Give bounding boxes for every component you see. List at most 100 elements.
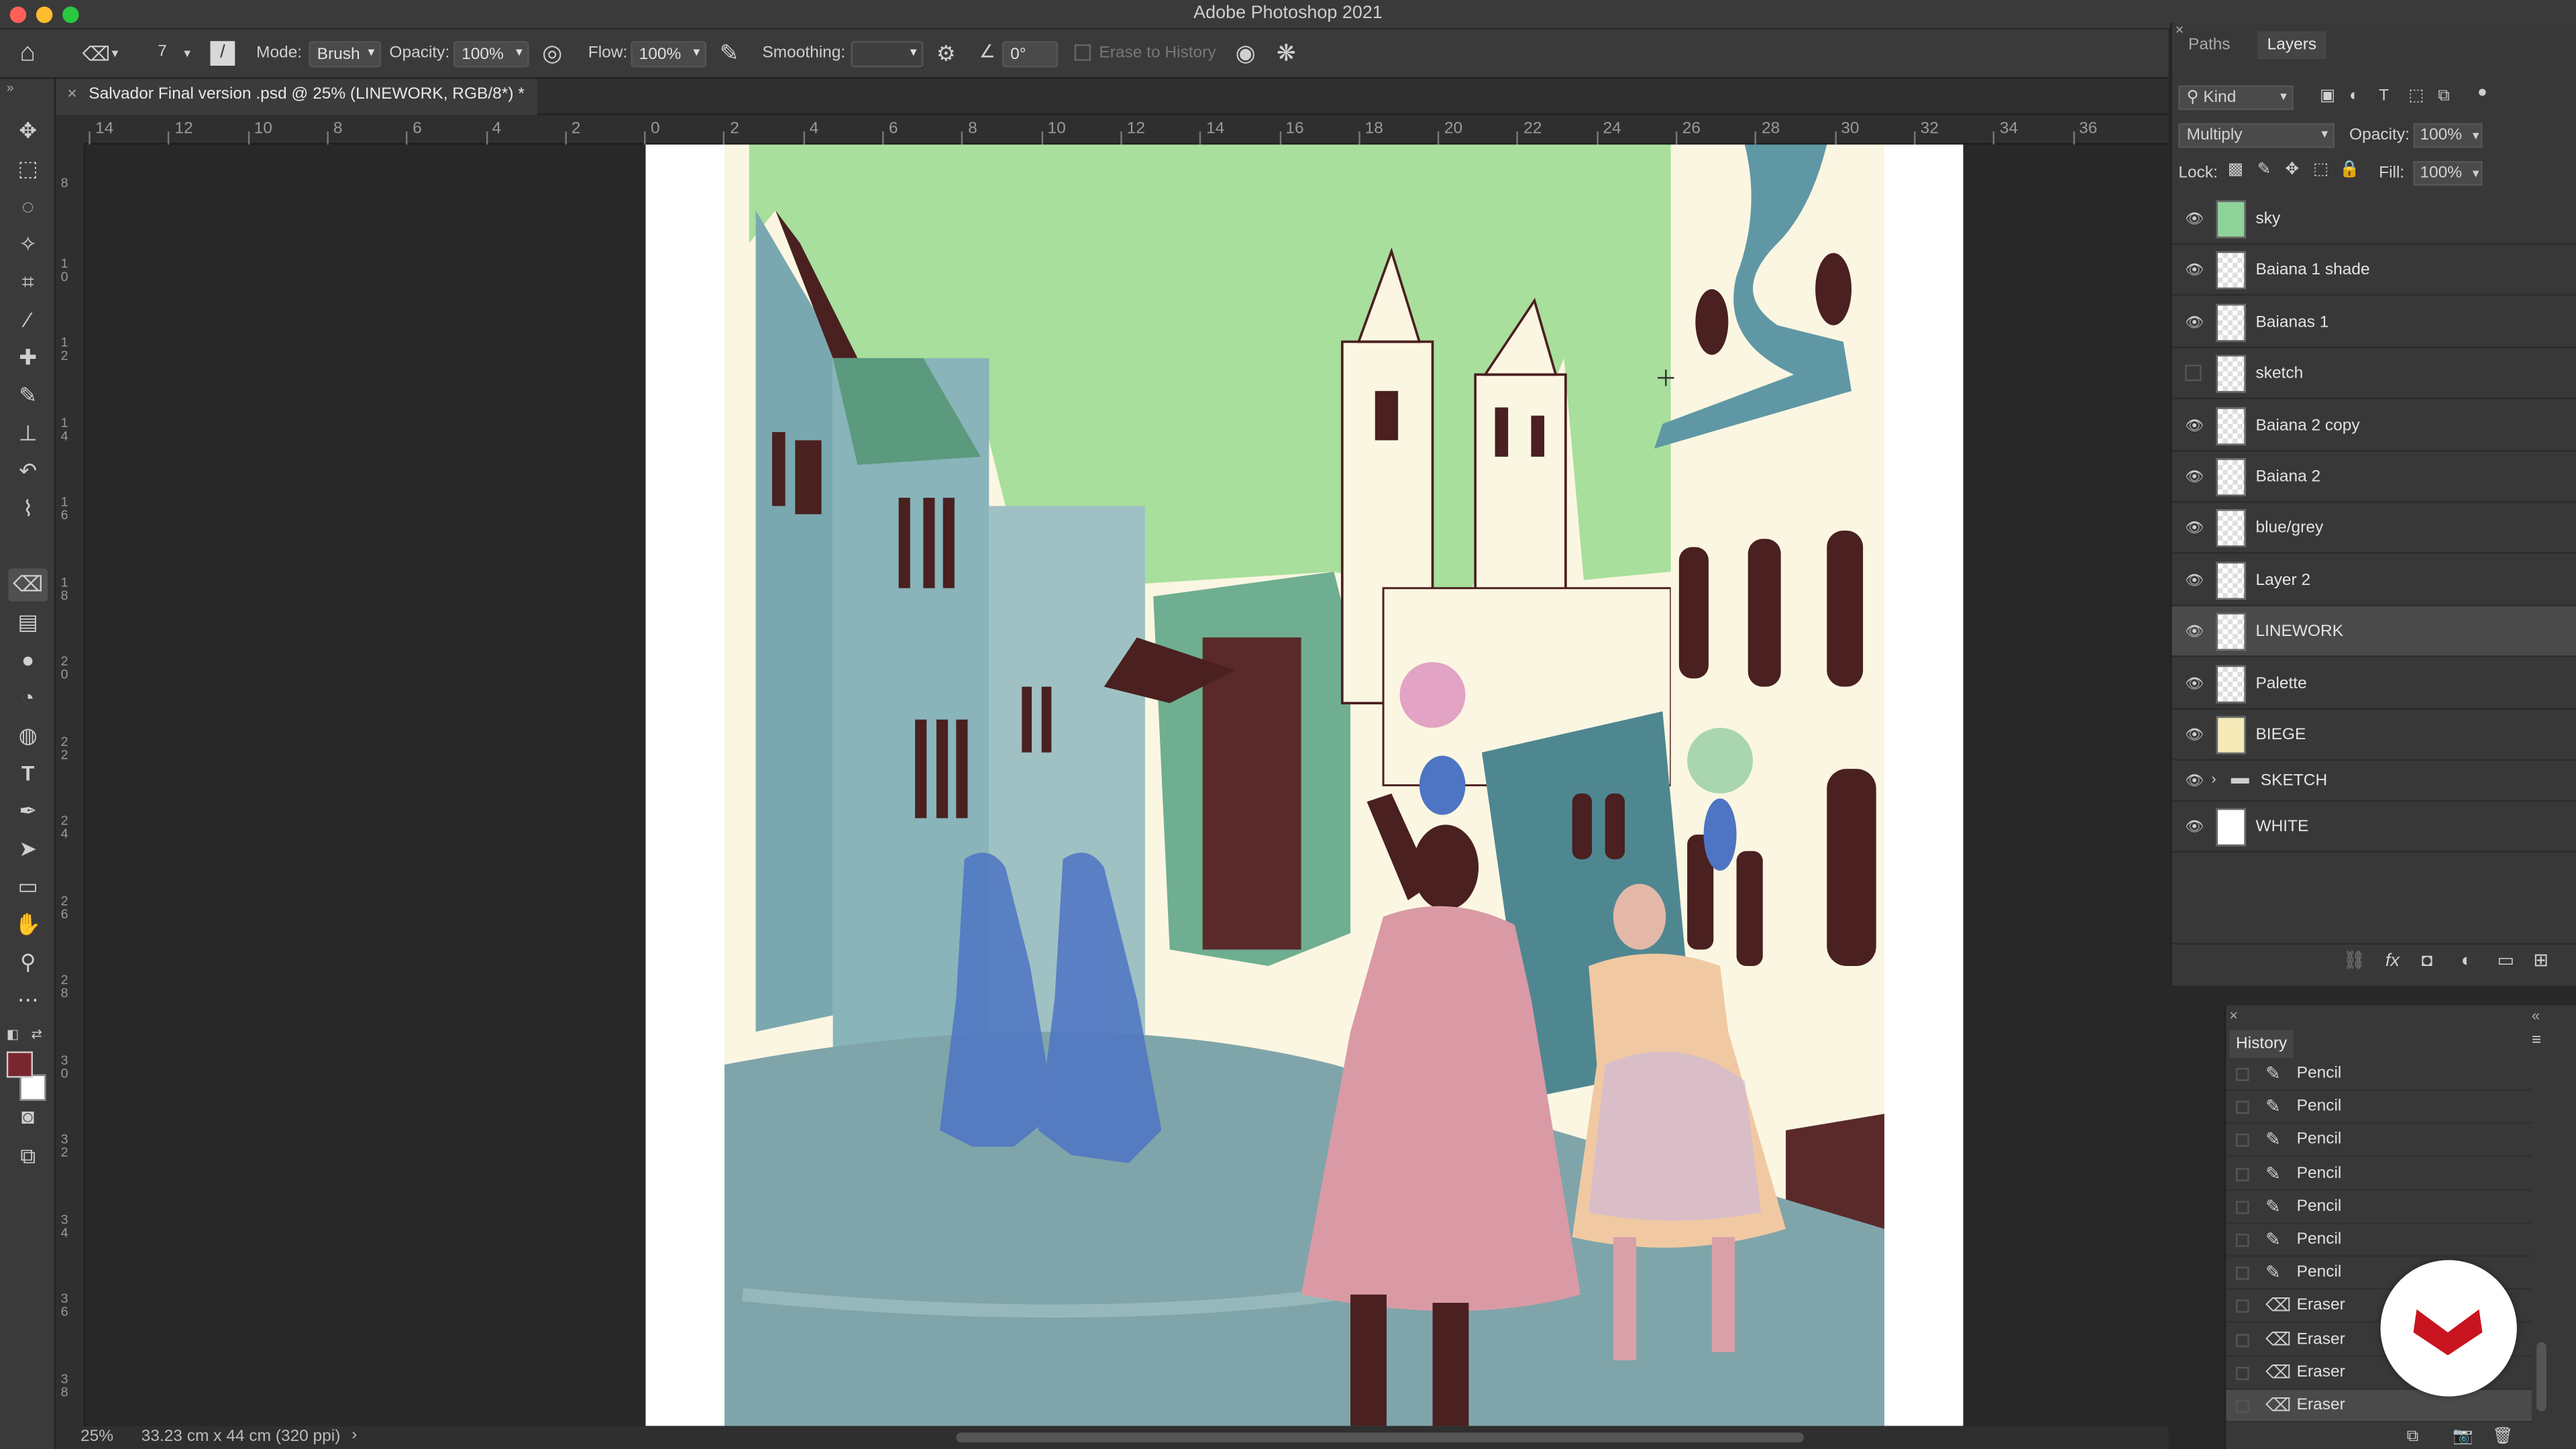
mode-select[interactable]: Brush ▾ (309, 41, 382, 68)
tab-paths[interactable]: Paths (2188, 36, 2231, 54)
opacity-input[interactable]: 100% ▾ (453, 41, 529, 68)
zoom-tool-icon[interactable]: ⚲ (8, 947, 48, 979)
history-source-checkbox[interactable] (2236, 1366, 2249, 1380)
chevron-down-icon[interactable]: ▾ (184, 47, 191, 61)
pen-tool-icon[interactable]: ✒ (8, 795, 48, 828)
angle-input[interactable]: 0° (1002, 41, 1059, 68)
eye-icon[interactable]: 👁 (2185, 819, 2204, 835)
new-layer-icon[interactable]: ⊞ (2533, 952, 2548, 971)
eye-hidden-icon[interactable] (2185, 365, 2202, 382)
hand-tool-icon[interactable]: ✋ (8, 908, 48, 941)
expand-panel-icon[interactable]: » (7, 81, 14, 95)
new-document-from-state-icon[interactable]: ⧉ (2407, 1428, 2418, 1446)
history-source-checkbox[interactable] (2236, 1300, 2249, 1313)
sponge-tool-icon[interactable]: ◍ (8, 720, 48, 753)
foreground-color-swatch[interactable] (6, 1051, 33, 1078)
history-state[interactable]: ✎ Pencil (2226, 1091, 2532, 1124)
lock-pixels-icon[interactable]: ✎ (2257, 162, 2271, 178)
eye-icon[interactable]: 👁 (2185, 623, 2204, 639)
move-tool-icon[interactable]: ✥ (8, 115, 48, 148)
fx-icon[interactable]: fx (2385, 952, 2400, 971)
eye-icon[interactable]: 👁 (2185, 262, 2204, 278)
blend-mode-select[interactable]: Multiply ▾ (2178, 123, 2335, 148)
layer-row[interactable]: 👁 Baianas 1 (2171, 297, 2576, 348)
type-tool-icon[interactable]: T (8, 757, 48, 790)
history-source-checkbox[interactable] (2236, 1134, 2249, 1148)
path-selection-tool-icon[interactable]: ➤ (8, 833, 48, 866)
chevron-down-icon[interactable]: ▾ (2473, 167, 2479, 181)
mixer-brush-tool-icon[interactable]: ⌇ (8, 493, 48, 526)
history-source-checkbox[interactable] (2236, 1333, 2249, 1347)
eye-icon[interactable]: 👁 (2185, 675, 2204, 691)
swap-colors-icon[interactable]: ⇄ (32, 1028, 42, 1042)
gear-icon[interactable]: ⚙ (936, 43, 956, 64)
filter-adjustment-icon[interactable]: ◐ (2349, 88, 2359, 105)
new-group-icon[interactable]: ▭ (2497, 952, 2514, 971)
lasso-tool-icon[interactable]: ◌ (8, 191, 48, 223)
dodge-tool-icon[interactable]: ◔ (8, 682, 48, 714)
more-tools-icon[interactable]: ⋯ (8, 984, 48, 1017)
history-source-checkbox[interactable] (2236, 1200, 2249, 1214)
pressure-size-icon[interactable]: ◉ (1236, 41, 1256, 64)
airbrush-icon[interactable]: ✎ (720, 41, 739, 64)
history-state[interactable]: ✎ Pencil (2226, 1158, 2532, 1191)
history-state[interactable]: ✎ Pencil (2226, 1058, 2532, 1091)
default-colors-icon[interactable]: ◧ (7, 1028, 19, 1042)
collapse-panel-icon[interactable]: « (2532, 1008, 2540, 1024)
lock-all-icon[interactable]: 🔒 (2339, 162, 2359, 178)
layer-row[interactable]: 👁 LINEWORK (2171, 606, 2576, 658)
eye-icon[interactable]: 👁 (2185, 773, 2204, 789)
chevron-down-icon[interactable]: ▾ (112, 47, 119, 61)
clone-stamp-tool-icon[interactable]: ⊥ (8, 417, 48, 450)
history-state[interactable]: ✎ Pencil (2226, 1191, 2532, 1224)
eye-icon[interactable]: 👁 (2185, 726, 2204, 742)
eye-icon[interactable]: 👁 (2185, 572, 2204, 588)
link-layers-icon[interactable]: ⛓ (2343, 952, 2365, 971)
eye-icon[interactable]: 👁 (2185, 210, 2204, 226)
symmetry-icon[interactable]: ❋ (1277, 41, 1296, 64)
chevron-right-icon[interactable]: › (2211, 772, 2216, 788)
layer-row[interactable]: 👁 Baiana 2 copy (2171, 400, 2576, 451)
close-panel-icon[interactable]: × (2229, 1008, 2238, 1024)
tab-layers[interactable]: Layers (2257, 31, 2326, 60)
blur-tool-icon[interactable]: ● (8, 644, 48, 677)
erase-to-history-checkbox[interactable] (1074, 44, 1091, 61)
adjustment-layer-icon[interactable]: ◐ (2461, 952, 2472, 971)
filter-shape-icon[interactable]: ⬚ (2408, 88, 2424, 105)
history-state[interactable]: ✎ Pencil (2226, 1224, 2532, 1257)
history-source-checkbox[interactable] (2236, 1234, 2249, 1247)
layer-row[interactable]: 👁 sky (2171, 194, 2576, 245)
layer-row[interactable]: 👁 Layer 2 (2171, 555, 2576, 606)
close-tab-icon[interactable]: × (67, 85, 76, 103)
history-source-checkbox[interactable] (2236, 1399, 2249, 1413)
eye-icon[interactable]: 👁 (2185, 417, 2204, 433)
add-mask-icon[interactable]: ◘ (2422, 952, 2432, 971)
eye-icon[interactable]: 👁 (2185, 313, 2204, 329)
filter-smart-object-icon[interactable]: ⧉ (2438, 88, 2449, 105)
layer-row[interactable]: 👁 Baiana 1 shade (2171, 246, 2576, 297)
filter-toggle-icon[interactable]: ● (2477, 85, 2487, 101)
quick-mask-icon[interactable]: ◙ (8, 1101, 48, 1134)
smoothing-input[interactable]: ▾ (851, 41, 924, 68)
layer-row[interactable]: 👁 › ▬ SKETCH (2171, 761, 2576, 803)
eraser-tool-icon[interactable]: ⌫ (8, 568, 48, 602)
rectangle-tool-icon[interactable]: ▭ (8, 871, 48, 904)
delete-state-icon[interactable]: 🗑 (2492, 1428, 2513, 1446)
layer-row[interactable]: 👁 WHITE (2171, 802, 2576, 853)
layer-row[interactable]: 👁 Baiana 2 (2171, 451, 2576, 503)
tab-history[interactable]: History (2229, 1030, 2294, 1059)
layer-row[interactable]: 👁 BIEGE (2171, 710, 2576, 761)
history-source-checkbox[interactable] (2236, 1167, 2249, 1181)
lock-transparency-icon[interactable]: ▩ (2228, 162, 2243, 178)
artwork-canvas[interactable] (85, 144, 2168, 1426)
layer-row[interactable]: sketch (2171, 349, 2576, 400)
filter-pixel-icon[interactable]: ▣ (2320, 88, 2335, 105)
gradient-tool-icon[interactable]: ▤ (8, 606, 48, 639)
layer-filter-select[interactable]: ⚲ Kind ▾ (2178, 85, 2294, 111)
zoom-level[interactable]: 25% (80, 1428, 113, 1446)
history-source-checkbox[interactable] (2236, 1101, 2249, 1114)
brush-settings-icon[interactable]: / (210, 41, 235, 66)
canvas-area[interactable] (85, 144, 2169, 1426)
history-source-checkbox[interactable] (2236, 1267, 2249, 1281)
crop-tool-icon[interactable]: ⌗ (8, 266, 48, 299)
